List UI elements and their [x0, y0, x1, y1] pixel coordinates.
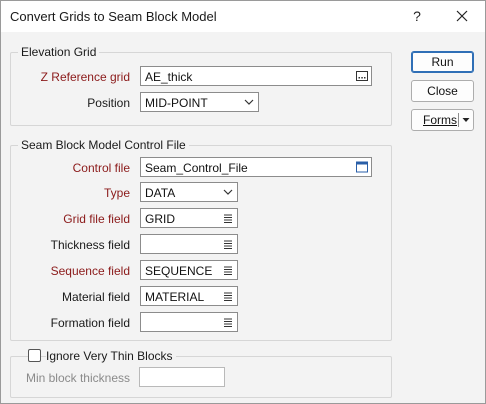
list-icon[interactable]: [222, 264, 234, 276]
grid-file-field-value: GRID: [145, 212, 175, 226]
list-icon[interactable]: [222, 316, 234, 328]
sequence-field-label: Sequence field: [50, 264, 130, 278]
z-reference-grid-label: Z Reference grid: [40, 70, 130, 84]
grid-file-field-input[interactable]: GRID: [140, 208, 238, 228]
type-select[interactable]: DATA: [140, 182, 238, 202]
material-field-input[interactable]: MATERIAL: [140, 286, 238, 306]
type-value: DATA: [145, 186, 176, 200]
control-file-title: Seam Block Model Control File: [18, 138, 189, 152]
caret-down-icon[interactable]: [461, 116, 471, 124]
material-field-label: Material field: [61, 290, 130, 304]
close-button[interactable]: Close: [411, 80, 474, 102]
file-browse-icon[interactable]: [356, 161, 368, 173]
ignore-thin-blocks-label[interactable]: Ignore Very Thin Blocks: [46, 349, 176, 363]
z-reference-grid-input[interactable]: AE_thick: [140, 66, 372, 86]
sequence-field-value: SEQUENCE: [145, 264, 213, 278]
close-icon: [456, 10, 468, 22]
control-file-label: Control file: [72, 161, 130, 175]
browse-icon[interactable]: [356, 70, 368, 82]
forms-divider: [458, 113, 459, 127]
min-block-thickness-input[interactable]: [139, 367, 225, 387]
list-icon[interactable]: [222, 238, 234, 250]
thickness-field-label: Thickness field: [50, 238, 130, 252]
position-value: MID-POINT: [145, 96, 208, 110]
chevron-down-icon: [223, 189, 233, 195]
forms-button[interactable]: Forms: [411, 109, 474, 131]
chevron-down-icon: [244, 99, 254, 105]
control-file-input[interactable]: Seam_Control_File: [140, 157, 372, 177]
grid-file-field-label: Grid file field: [63, 212, 130, 226]
thickness-field-input[interactable]: [140, 234, 238, 254]
control-file-value: Seam_Control_File: [145, 161, 248, 175]
list-icon[interactable]: [222, 290, 234, 302]
forms-label: Forms: [423, 113, 457, 127]
elevation-grid-title: Elevation Grid: [18, 45, 100, 59]
elevation-grid-group: [10, 52, 392, 126]
type-label: Type: [103, 186, 130, 200]
ignore-thin-blocks-checkbox[interactable]: [28, 349, 41, 362]
formation-field-label: Formation field: [50, 316, 130, 330]
list-icon[interactable]: [222, 212, 234, 224]
z-reference-grid-value: AE_thick: [145, 70, 193, 84]
title-bar: Convert Grids to Seam Block Model ?: [1, 1, 485, 32]
window-title: Convert Grids to Seam Block Model: [10, 9, 217, 24]
sequence-field-input[interactable]: SEQUENCE: [140, 260, 238, 280]
material-field-value: MATERIAL: [145, 290, 205, 304]
position-select[interactable]: MID-POINT: [140, 92, 259, 112]
dialog-window: Convert Grids to Seam Block Model ? Elev…: [0, 0, 486, 404]
close-window-button[interactable]: [450, 5, 474, 27]
min-block-thickness-label: Min block thickness: [25, 371, 130, 385]
position-label: Position: [87, 96, 130, 110]
run-button[interactable]: Run: [411, 51, 474, 73]
formation-field-input[interactable]: [140, 312, 238, 332]
help-button[interactable]: ?: [405, 5, 429, 27]
